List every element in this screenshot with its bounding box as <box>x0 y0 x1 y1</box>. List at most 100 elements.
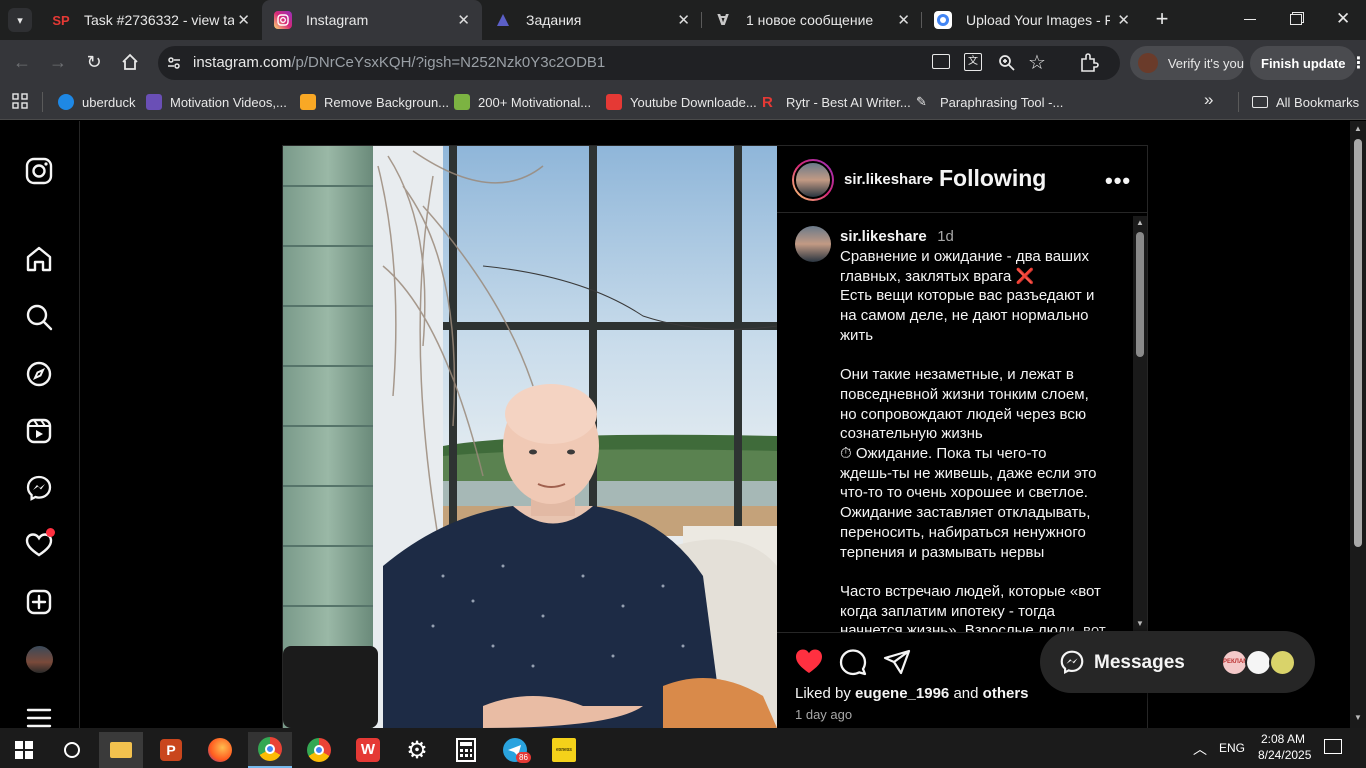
liked-others-link[interactable]: others <box>983 685 1029 702</box>
following-button[interactable]: Following <box>939 165 1046 192</box>
home-icon[interactable] <box>24 244 54 274</box>
notifications-heart-icon[interactable] <box>24 528 55 560</box>
minimize-icon[interactable] <box>1244 19 1256 20</box>
bookmark-rytr[interactable]: R Rytr - Best AI Writer... <box>762 92 911 112</box>
restore-icon[interactable] <box>1290 14 1302 25</box>
tab-tasks[interactable]: Задания ✕ <box>482 0 702 40</box>
share-icon[interactable] <box>883 649 911 680</box>
windows-start-icon[interactable] <box>2 732 46 768</box>
all-bookmarks[interactable]: All Bookmarks <box>1252 92 1359 112</box>
bookmarks-bar: uberduck Motivation Videos,... Remove Ba… <box>0 84 1366 120</box>
new-tab-button[interactable]: + <box>1150 6 1174 32</box>
close-icon[interactable]: ✕ <box>457 11 470 29</box>
more-bookmarks-icon[interactable]: » <box>1204 90 1213 110</box>
clock-date: 8/24/2025 <box>1258 748 1312 762</box>
clock[interactable]: 2:08 AM 8/24/2025 <box>1258 731 1312 763</box>
bookmark-remove-background[interactable]: Remove Backgroun... <box>300 92 449 112</box>
exness-icon[interactable]: exness <box>542 732 586 768</box>
profile-avatar[interactable] <box>26 646 53 673</box>
more-options-icon[interactable]: ••• <box>1105 168 1131 194</box>
notification-center-icon[interactable] <box>1324 739 1342 754</box>
zoom-icon[interactable] <box>998 54 1015 76</box>
wps-office-icon[interactable]: W <box>346 732 390 768</box>
messages-pill[interactable]: Messages РЕКЛАМА <box>1040 631 1315 693</box>
caption-line: ждешь-ты не живешь, даже если это <box>840 464 1097 482</box>
tab-search-button[interactable]: ▾ <box>8 8 32 32</box>
tab-strip: ▾ SP Task #2736332 - view task ✕ Instagr… <box>0 0 1366 40</box>
tab-messages[interactable]: ∀ 1 новое сообщение ✕ <box>702 0 922 40</box>
comment-icon[interactable] <box>839 648 867 681</box>
file-explorer-icon[interactable] <box>99 732 143 768</box>
close-icon[interactable]: ✕ <box>237 11 250 29</box>
messenger-icon[interactable] <box>24 473 54 503</box>
close-window-icon[interactable]: ✕ <box>1336 9 1350 29</box>
tab-title: 1 новое сообщение <box>746 12 874 28</box>
show-hidden-icons[interactable]: ︿ <box>1193 739 1207 759</box>
messages-label: Messages <box>1094 652 1185 673</box>
reels-icon[interactable] <box>24 416 54 446</box>
chrome-icon-active[interactable] <box>248 732 292 768</box>
rytr-icon: R <box>762 94 773 111</box>
caption-username[interactable]: sir.likeshare <box>840 228 927 245</box>
translate-icon[interactable]: 文 <box>964 53 982 71</box>
tab-task[interactable]: SP Task #2736332 - view task ✕ <box>40 0 262 40</box>
powerpoint-icon[interactable]: P <box>149 732 193 768</box>
search-circle-icon[interactable] <box>50 732 94 768</box>
page-scrollbar[interactable]: ▲ ▼ <box>1350 121 1366 728</box>
bookmark-label: uberduck <box>82 94 136 110</box>
message-avatar: РЕКЛАМА <box>1221 649 1248 676</box>
calculator-icon[interactable] <box>444 732 488 768</box>
liked-user-link[interactable]: eugene_1996 <box>855 685 949 702</box>
like-heart-icon[interactable] <box>794 647 824 680</box>
forward-icon[interactable]: → <box>46 50 70 74</box>
bookmark-uberduck[interactable]: uberduck <box>58 92 135 112</box>
tab-upload-images[interactable]: Upload Your Images - Free Ir ✕ <box>922 0 1142 40</box>
apps-icon[interactable] <box>12 93 28 114</box>
site-info-icon[interactable] <box>166 55 182 76</box>
clock-time: 2:08 AM <box>1260 732 1306 746</box>
close-icon[interactable]: ✕ <box>677 11 690 29</box>
bookmark-star-icon[interactable]: ☆ <box>1028 50 1046 75</box>
author-username[interactable]: sir.likeshare <box>844 171 931 188</box>
caption-scrollbar[interactable]: ▲ ▼ <box>1133 216 1147 631</box>
caption-area: sir.likeshare 1d Сравнение и ожидание - … <box>777 214 1132 632</box>
telegram-icon[interactable]: 86 <box>493 732 537 768</box>
caption-line: повседневной жизни тонким слоем, <box>840 385 1089 403</box>
scrollbar-thumb[interactable] <box>1136 232 1144 357</box>
reload-icon[interactable]: ↻ <box>82 50 106 74</box>
back-icon[interactable]: ← <box>10 50 34 74</box>
caption-line: что-то то очень хорошее и светлое. <box>840 484 1088 502</box>
chrome-icon[interactable] <box>297 732 341 768</box>
notification-dot <box>46 528 55 537</box>
close-icon[interactable]: ✕ <box>897 11 910 29</box>
language-indicator[interactable]: ENG <box>1219 741 1245 755</box>
firefox-icon[interactable] <box>198 732 242 768</box>
bookmark-motivation-videos[interactable]: Motivation Videos,... <box>146 92 287 112</box>
caption-line: когда заплатим ипотеку - тогда <box>840 602 1056 620</box>
close-icon[interactable]: ✕ <box>1117 11 1130 29</box>
search-icon[interactable] <box>24 302 54 332</box>
post-photo[interactable] <box>283 146 777 728</box>
create-icon[interactable] <box>24 587 54 617</box>
bookmark-motivational[interactable]: 200+ Motivational... <box>454 92 591 112</box>
page-scrollbar-thumb[interactable] <box>1354 139 1362 547</box>
instagram-logo-icon[interactable] <box>24 156 54 186</box>
bookmark-youtube-downloader[interactable]: Youtube Downloade... <box>606 92 757 112</box>
extensions-icon[interactable] <box>1078 52 1100 79</box>
message-avatar <box>1245 649 1272 676</box>
explore-icon[interactable] <box>24 359 54 389</box>
tab-title: Задания <box>526 12 582 28</box>
profile-chip[interactable]: Verify it's you <box>1130 46 1244 80</box>
caption-avatar[interactable] <box>795 226 831 262</box>
likes-prefix: Liked by <box>795 685 851 702</box>
install-app-icon[interactable] <box>932 54 950 69</box>
caption-line: Сравнение и ожидание - два ваших <box>840 248 1089 265</box>
youtube-download-icon <box>606 94 622 110</box>
author-avatar[interactable] <box>792 159 834 201</box>
tab-instagram[interactable]: Instagram ✕ <box>262 0 482 40</box>
settings-gear-icon[interactable]: ⚙ <box>395 732 439 768</box>
shopify-icon <box>454 94 470 110</box>
bookmark-paraphrasing[interactable]: ✎ Paraphrasing Tool -... <box>916 92 1063 112</box>
home-icon[interactable] <box>118 50 142 74</box>
finish-update-button[interactable]: Finish update ⋮ <box>1250 46 1366 80</box>
